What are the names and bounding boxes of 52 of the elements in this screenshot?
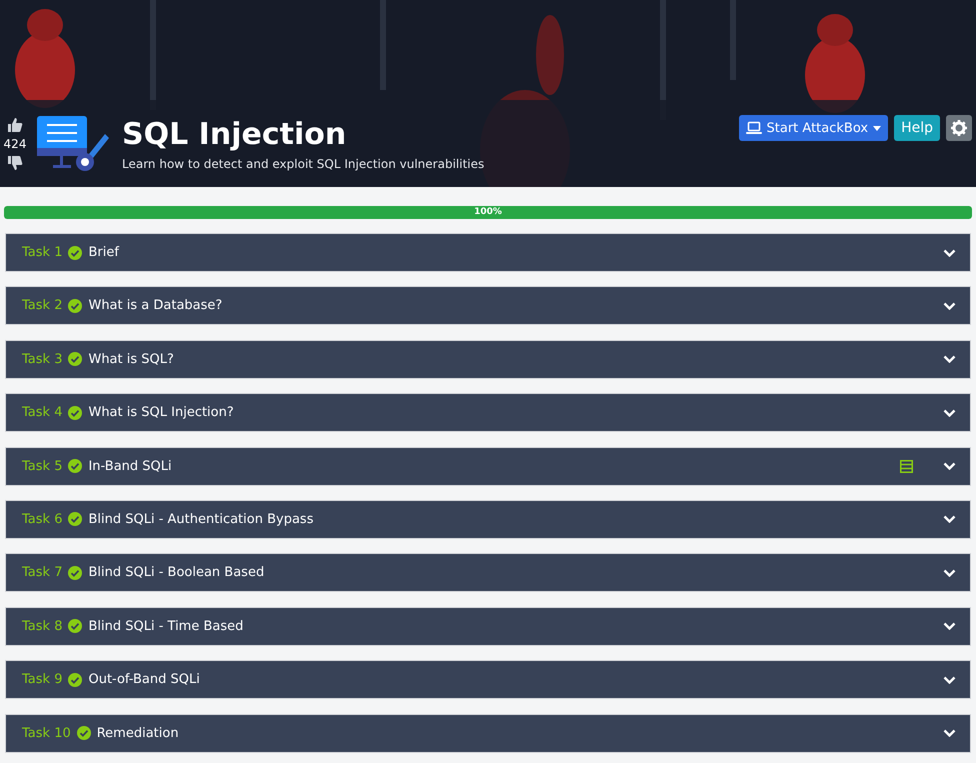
- start-attackbox-button[interactable]: Start AttackBox: [738, 115, 888, 141]
- caret-icon: [873, 126, 882, 130]
- task-header[interactable]: Task 3 What is SQL?: [5, 340, 971, 379]
- task-title: Out-of-Band SQLi: [88, 672, 200, 688]
- thumbs-up-icon[interactable]: [7, 116, 23, 132]
- task-header[interactable]: Task 10 Remediation: [5, 714, 971, 753]
- task-header[interactable]: Task 6 Blind SQLi - Authentication Bypass: [5, 500, 971, 539]
- chevron-down-icon: [943, 462, 956, 470]
- chevron-down-icon: [943, 568, 956, 577]
- task-number: Task 5: [22, 458, 62, 474]
- chevron-down-icon: [943, 248, 956, 256]
- settings-button[interactable]: [946, 115, 972, 141]
- task-number: Task 7: [22, 565, 62, 580]
- task-number: Task 2: [22, 298, 62, 314]
- task-header[interactable]: Task 4 What is SQL Injection?: [5, 393, 971, 432]
- chevron-down-icon: [943, 515, 956, 524]
- task-header[interactable]: Task 5 In-Band SQLi: [5, 446, 971, 486]
- task-header[interactable]: Task 9 Out-of-Band SQLi: [5, 660, 971, 700]
- progress-bar: 100%: [4, 206, 972, 219]
- task-number: Task 6: [22, 512, 62, 527]
- task-header[interactable]: Task 2 What is a Database?: [5, 286, 971, 326]
- laptop-icon: [746, 121, 762, 135]
- task-number: Task 1: [22, 245, 62, 260]
- task-title: Blind SQLi - Time Based: [88, 618, 244, 634]
- task-number: Task 4: [22, 405, 62, 420]
- task-number: Task 8: [22, 618, 62, 634]
- settings-icon: [951, 120, 967, 136]
- task-title: What is SQL Injection?: [88, 405, 234, 420]
- chevron-down-icon: [943, 408, 956, 417]
- thumbs-down-icon[interactable]: [7, 154, 23, 170]
- task-title: Blind SQLi - Boolean Based: [88, 565, 264, 580]
- task-title: Brief: [88, 245, 119, 260]
- task-title: What is SQL?: [88, 352, 174, 367]
- vote-count: 424: [4, 136, 26, 150]
- task-number: Task 9: [22, 672, 62, 688]
- chevron-down-icon: [943, 355, 956, 364]
- chevron-down-icon: [943, 622, 956, 630]
- task-header[interactable]: Task 7 Blind SQLi - Boolean Based: [5, 553, 971, 592]
- task-title: Remediation: [96, 726, 179, 741]
- task-number: Task 10: [22, 726, 71, 741]
- room-icon: [37, 114, 111, 174]
- chevron-down-icon: [943, 302, 956, 310]
- room-title: SQL Injection: [122, 116, 348, 152]
- task-title: What is a Database?: [88, 298, 222, 314]
- task-header[interactable]: Task 1 Brief: [5, 233, 971, 272]
- task-header[interactable]: Task 8 Blind SQLi - Time Based: [5, 606, 971, 646]
- chevron-down-icon: [943, 676, 956, 684]
- task-number: Task 3: [22, 352, 62, 367]
- room-subtitle: Learn how to detect and exploit SQL Injection vulnerabilities: [122, 156, 484, 170]
- chevron-down-icon: [943, 729, 956, 738]
- task-title: Blind SQLi - Authentication Bypass: [88, 512, 314, 527]
- task-title: In-Band SQLi: [88, 458, 172, 474]
